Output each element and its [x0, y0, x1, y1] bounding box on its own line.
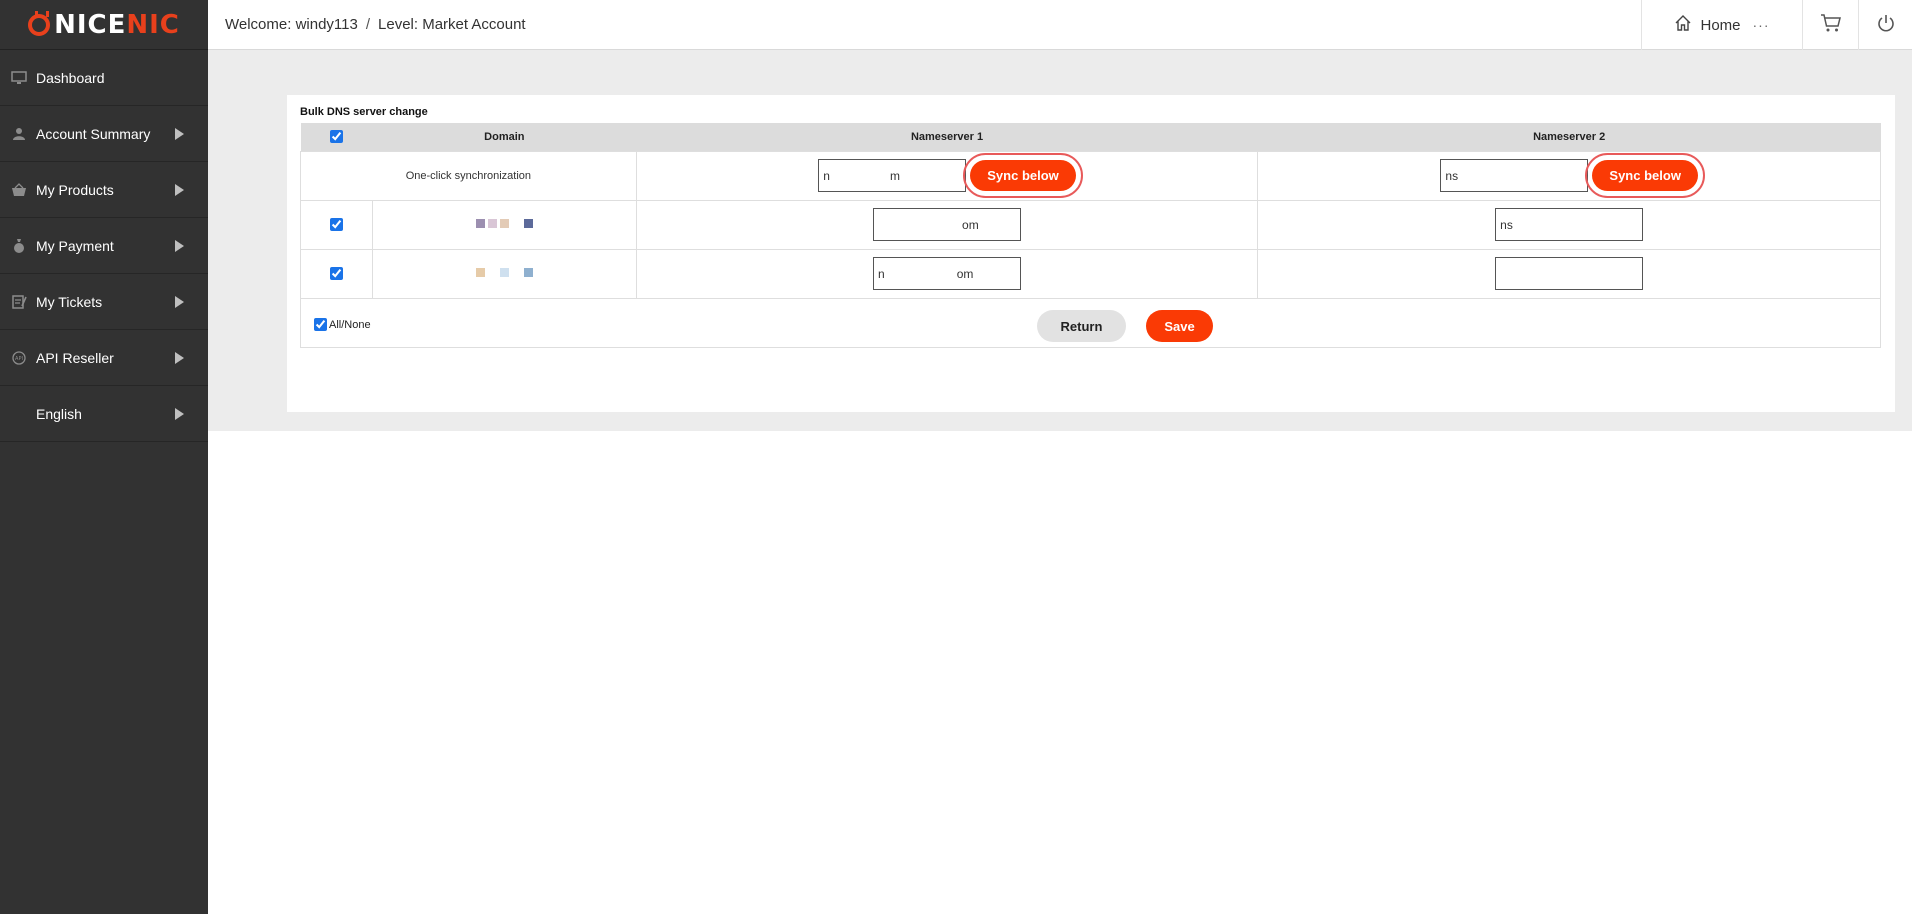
column-header-nameserver-2: Nameserver 2	[1257, 123, 1881, 151]
sync-nameserver-2-input[interactable]	[1440, 159, 1589, 192]
domain-redacted	[475, 267, 533, 277]
nameserver-1-cell	[635, 248, 1259, 299]
expand-arrow-icon	[175, 295, 184, 308]
row-checkbox-cell	[300, 248, 373, 299]
sidebar-item-label: My Products	[36, 181, 114, 198]
logo[interactable]: NICENIC	[0, 0, 208, 50]
logout-button[interactable]	[1858, 0, 1912, 50]
nameserver-1-input[interactable]	[873, 257, 1022, 290]
sidebar-item-label: Account Summary	[36, 125, 151, 142]
nameserver-1-cell	[635, 199, 1259, 250]
column-header-nameserver-1: Nameserver 1	[636, 123, 1258, 151]
sidebar-item-language[interactable]: English	[0, 386, 208, 442]
nameserver-2-input[interactable]	[1495, 257, 1644, 290]
power-icon	[1876, 13, 1896, 38]
return-button[interactable]: Return	[1037, 310, 1126, 342]
sidebar-item-my-payment[interactable]: My Payment	[0, 218, 208, 274]
all-none-toggle[interactable]: All/None	[314, 318, 371, 331]
sync-nameserver-1-input[interactable]	[818, 159, 967, 192]
home-icon	[1674, 14, 1692, 37]
page-title: Bulk DNS server change	[300, 106, 428, 118]
expand-arrow-icon	[175, 127, 184, 140]
sidebar-item-label: My Tickets	[36, 293, 103, 310]
logo-text: NICENIC	[54, 9, 180, 40]
sync-nameserver-1-cell: Sync below	[635, 150, 1259, 201]
table-header-row: Domain Nameserver 1 Nameserver 2	[300, 123, 1881, 151]
sync-label: One-click synchronization	[300, 150, 637, 201]
top-actions: Home ···	[1641, 0, 1912, 50]
home-label: Home	[1700, 16, 1741, 34]
all-none-checkbox[interactable]	[314, 318, 327, 331]
breadcrumb-separator: /	[365, 16, 371, 33]
nameserver-2-input[interactable]	[1495, 208, 1644, 241]
row-checkbox[interactable]	[329, 267, 343, 280]
money-bag-icon	[10, 238, 28, 254]
sidebar-item-label: Dashboard	[36, 69, 105, 86]
logo-icon	[28, 10, 51, 36]
api-icon: API	[10, 350, 28, 366]
svg-text:API: API	[15, 356, 23, 362]
all-none-label: All/None	[329, 318, 371, 331]
row-checkbox[interactable]	[329, 218, 343, 231]
sidebar-item-my-tickets[interactable]: My Tickets	[0, 274, 208, 330]
sidebar-item-label: My Payment	[36, 237, 114, 254]
user-icon	[10, 126, 28, 142]
table-row	[300, 199, 1881, 250]
account-level: Level: Market Account	[378, 16, 526, 33]
sidebar-item-dashboard[interactable]: Dashboard	[0, 50, 208, 106]
expand-arrow-icon	[175, 183, 184, 196]
language-icon	[10, 406, 28, 422]
sidebar: NICENIC Dashboard Account Summary My Pro…	[0, 0, 208, 914]
sidebar-item-label: API Reseller	[36, 349, 114, 366]
sidebar-item-api-reseller[interactable]: API API Reseller	[0, 330, 208, 386]
sync-nameserver-2-cell: Sync below	[1257, 150, 1881, 201]
more-icon[interactable]: ···	[1753, 17, 1770, 33]
domain-redacted	[475, 218, 533, 228]
welcome-text: Welcome: windy113	[225, 16, 358, 33]
save-button[interactable]: Save	[1146, 310, 1213, 342]
expand-arrow-icon	[175, 407, 184, 420]
sync-below-ns1-button[interactable]: Sync below	[963, 153, 1083, 198]
nameserver-1-input[interactable]	[873, 208, 1022, 241]
welcome-breadcrumb: Welcome: windy113 / Level: Market Account	[208, 16, 526, 33]
monitor-icon	[10, 70, 28, 86]
nameserver-2-cell	[1257, 199, 1881, 250]
column-header-domain: Domain	[372, 123, 637, 151]
expand-arrow-icon	[175, 351, 184, 364]
cart-button[interactable]	[1802, 0, 1858, 50]
select-all-header	[300, 123, 373, 151]
expand-arrow-icon	[175, 239, 184, 252]
table-row	[300, 248, 1881, 299]
basket-icon	[10, 182, 28, 198]
sidebar-item-my-products[interactable]: My Products	[0, 162, 208, 218]
sidebar-item-label: English	[36, 405, 82, 422]
home-button[interactable]: Home ···	[1641, 0, 1802, 50]
ticket-icon	[10, 294, 28, 310]
row-checkbox-cell	[300, 199, 373, 250]
domain-cell	[371, 248, 637, 299]
sync-below-ns2-button[interactable]: Sync below	[1585, 153, 1705, 198]
cart-icon	[1820, 13, 1842, 38]
sidebar-item-account-summary[interactable]: Account Summary	[0, 106, 208, 162]
nameserver-2-cell	[1257, 248, 1881, 299]
select-all-checkbox[interactable]	[329, 130, 343, 144]
sync-row: One-click synchronization Sync below Syn…	[300, 150, 1881, 201]
domain-cell	[371, 199, 637, 250]
top-bar: Welcome: windy113/Level: Market Account …	[208, 0, 1912, 50]
